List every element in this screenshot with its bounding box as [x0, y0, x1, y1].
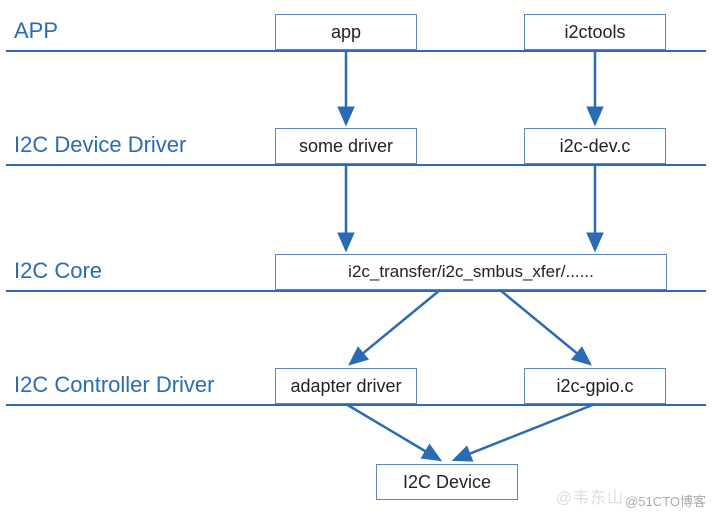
arrow-core-to-adapter: [350, 290, 440, 364]
node-i2c-dev-c: i2c-dev.c: [524, 128, 666, 164]
layer-divider-controller: [6, 404, 706, 406]
layer-label-driver: I2C Device Driver: [14, 132, 186, 158]
layer-label-core: I2C Core: [14, 258, 102, 284]
node-some-driver: some driver: [275, 128, 417, 164]
watermark-faint: @韦东山: [556, 484, 624, 508]
node-adapter-driver: adapter driver: [275, 368, 417, 404]
layer-label-app: APP: [14, 18, 58, 44]
arrow-gpio-to-device: [454, 404, 595, 460]
layer-divider-core: [6, 290, 706, 292]
arrow-core-to-gpio: [500, 290, 590, 364]
node-i2c-gpio-c: i2c-gpio.c: [524, 368, 666, 404]
watermark-main: @51CTO博客: [625, 491, 706, 510]
arrow-adapter-to-device: [346, 404, 440, 460]
node-i2c-core: i2c_transfer/i2c_smbus_xfer/......: [275, 254, 667, 290]
layer-divider-driver: [6, 164, 706, 166]
node-i2ctools: i2ctools: [524, 14, 666, 50]
node-i2c-device: I2C Device: [376, 464, 518, 500]
layer-divider-app: [6, 50, 706, 52]
layer-label-controller: I2C Controller Driver: [14, 372, 215, 398]
node-app: app: [275, 14, 417, 50]
